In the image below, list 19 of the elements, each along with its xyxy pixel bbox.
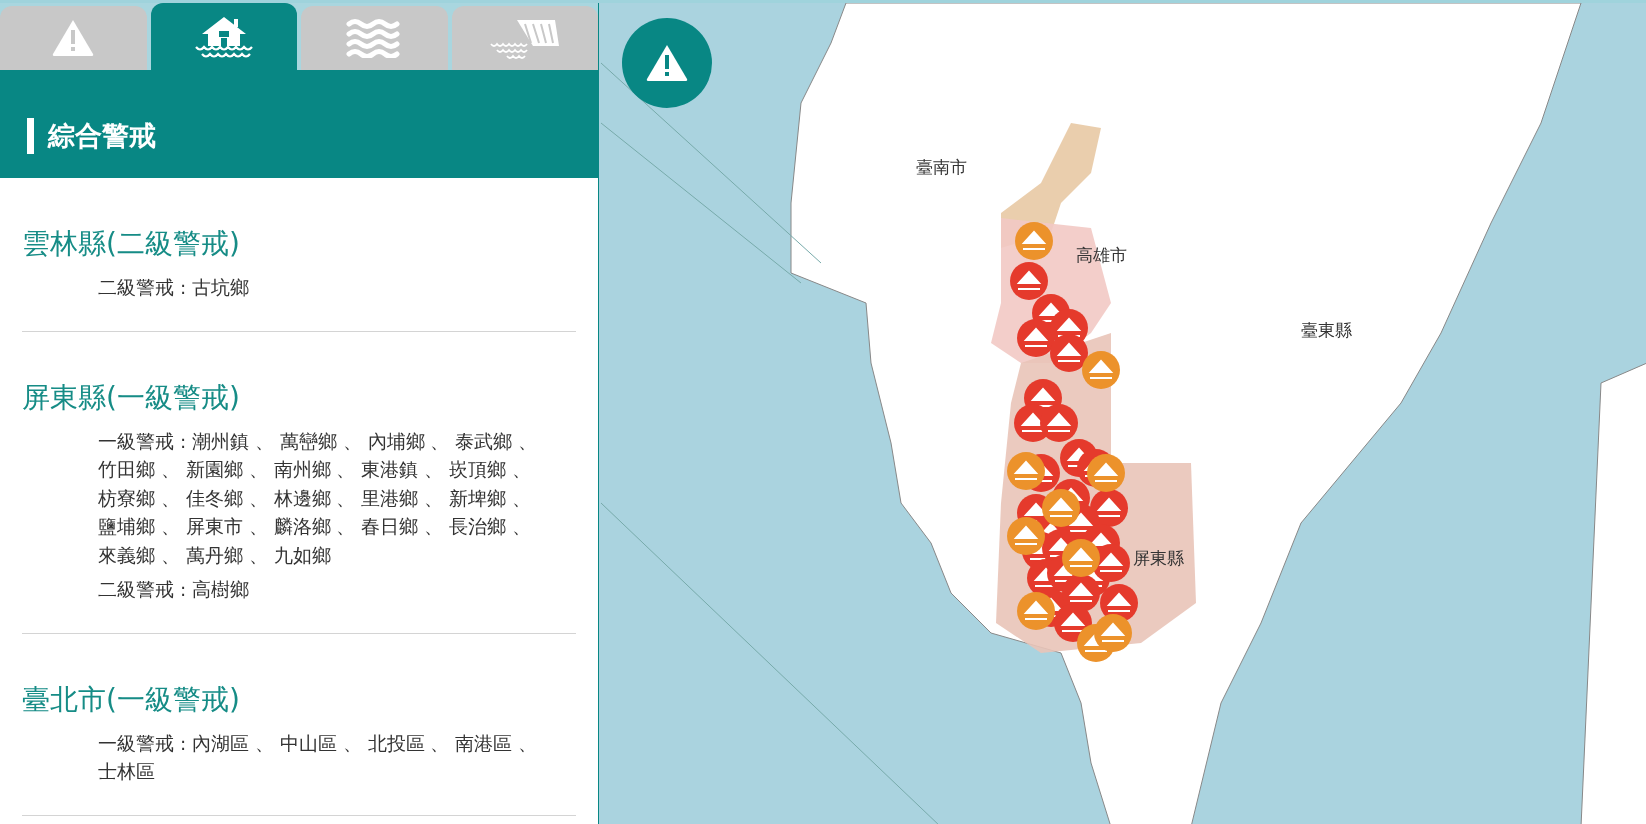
alert-detail: 二級警戒 : 高樹鄉	[98, 578, 249, 602]
county-title: 雲林縣(二級警戒)	[22, 226, 241, 262]
map-label: 屏東縣	[1133, 547, 1184, 570]
alert-detail: 士林區	[98, 760, 155, 784]
map-label: 高雄市	[1076, 244, 1127, 267]
tab[interactable]	[150, 3, 297, 70]
alert-detail: 枋寮鄉 、 佳冬鄉 、 林邊鄉 、 里港鄉 、 新埤鄉 、	[98, 486, 531, 511]
warning-icon	[51, 18, 96, 58]
alert-detail: 竹田鄉 、 新園鄉 、 南州鄉 、 東港鎮 、 崁頂鄉 、	[98, 458, 531, 482]
warning-icon	[645, 43, 689, 83]
map-label: 臺南市	[916, 156, 967, 179]
alert-detail: 來義鄉 、 萬丹鄉 、 九如鄉	[98, 543, 331, 568]
alert-detail: 一級警戒 : 潮州鎮 、 萬巒鄉 、 內埔鄉 、 泰武鄉 、	[98, 429, 538, 454]
county-title: 臺北市(一級警戒)	[22, 681, 241, 718]
county-title: 屏東縣(一級警戒)	[22, 379, 241, 416]
map-label: 臺東縣	[1301, 319, 1352, 342]
alert-detail: 鹽埔鄉 、 屏東市 、 麟洛鄉 、 春日鄉 、 長治鄉 、	[98, 515, 531, 539]
alert-detail: 一級警戒 : 內湖區 、 中山區 、 北投區 、 南港區 、	[98, 731, 538, 756]
alert-detail: 二級警戒 : 古坑鄉	[98, 276, 249, 300]
